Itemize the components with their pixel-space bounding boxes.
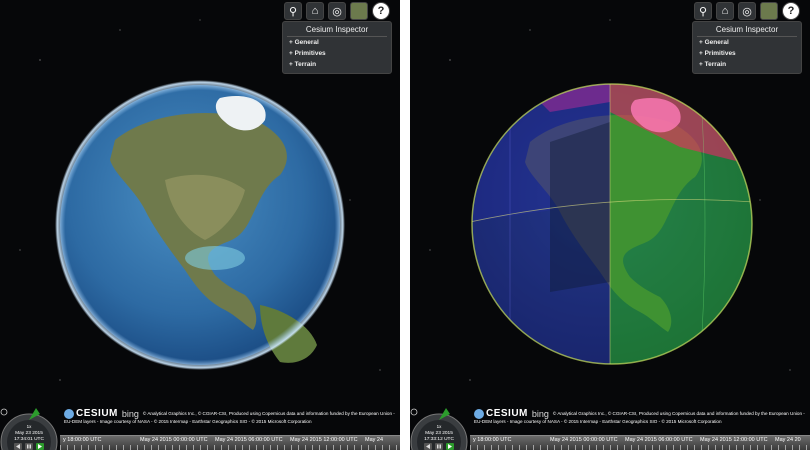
pause-button (25, 443, 33, 450)
clock-date: May 23 2015 (425, 430, 453, 436)
help-icon[interactable]: ? (372, 2, 390, 20)
globe-icon[interactable]: ◎ (738, 2, 756, 20)
realtime-clock-icon (0, 408, 8, 416)
credits: CESIUM bing © Analytical Graphics Inc., © … (474, 409, 806, 435)
inspector-section-terrain[interactable]: + Terrain (283, 59, 391, 73)
timeline-label: May 24 2015 12:00:00 UTC (290, 437, 358, 443)
clock-time: 17:34:01 UTC (14, 436, 44, 442)
bottom-bar: 1x May 23 2015 17:33:12 UTC CESIUM bing © … (410, 404, 810, 450)
home-icon[interactable]: ⌂ (306, 2, 324, 20)
inspector-section-terrain[interactable]: + Terrain (693, 59, 801, 73)
cesium-logo[interactable]: CESIUM (64, 409, 118, 419)
timeline-label: May 24 2015 06:00:00 UTC (215, 437, 283, 443)
search-icon[interactable]: ⚲ (284, 2, 302, 20)
layers-icon[interactable] (760, 2, 778, 20)
timeline-label: May 24 2015 06:00:00 UTC (625, 437, 693, 443)
clock-time: 17:33:12 UTC (424, 436, 454, 442)
timeline-label: May 24 2015 00:00:00 UTC (140, 437, 208, 443)
timeline-label: May 24 20 (775, 437, 801, 443)
inspector-section-general[interactable]: + General (283, 37, 391, 48)
inspector-section-general[interactable]: + General (693, 37, 801, 48)
animation-widget[interactable]: 1x May 23 2015 17:33:12 UTC (410, 404, 468, 450)
cesium-logo-icon (64, 409, 74, 419)
inspector-title[interactable]: Cesium Inspector (697, 22, 797, 37)
toolbar: ⚲ ⌂ ◎ ? (694, 2, 800, 20)
toolbar: ⚲ ⌂ ◎ ? (284, 2, 390, 20)
viewer-left[interactable]: ⚲ ⌂ ◎ ? Cesium Inspector + General + Pri… (0, 0, 400, 450)
inspector-section-primitives[interactable]: + Primitives (693, 48, 801, 59)
cesium-logo[interactable]: CESIUM (474, 409, 528, 419)
cesium-inspector: Cesium Inspector + General + Primitives … (282, 21, 392, 74)
cesium-logo-icon (474, 409, 484, 419)
pause-button (435, 443, 443, 450)
bing-logo[interactable]: bing (122, 409, 139, 419)
cesium-inspector: Cesium Inspector + General + Primitives … (692, 21, 802, 74)
layers-icon[interactable] (350, 2, 368, 20)
pause-icon (27, 444, 29, 449)
search-icon[interactable]: ⚲ (694, 2, 712, 20)
animation-widget[interactable]: 1x May 23 2015 17:34:01 UTC (0, 404, 58, 450)
help-icon[interactable]: ? (782, 2, 800, 20)
clock-date: May 23 2015 (15, 430, 43, 436)
inspector-title[interactable]: Cesium Inspector (287, 22, 387, 37)
timeline-ticks (60, 445, 400, 450)
timeline-label: May 24 2015 12:00:00 UTC (700, 437, 768, 443)
bottom-bar: 1x May 23 2015 17:34:01 UTC CESIUM bing © … (0, 404, 400, 450)
timeline-label: y 18:00:00 UTC (473, 437, 512, 443)
realtime-clock-icon (410, 408, 418, 416)
clock-speed: 1x (27, 424, 33, 429)
inspector-section-primitives[interactable]: + Primitives (283, 48, 391, 59)
home-icon[interactable]: ⌂ (716, 2, 734, 20)
panel-separator (400, 0, 410, 450)
timeline-label: y 18:00:00 UTC (63, 437, 102, 443)
timeline-label: May 24 (365, 437, 384, 443)
globe[interactable] (55, 80, 345, 370)
pause-icon (437, 444, 439, 449)
timeline-ticks (470, 445, 810, 450)
timeline[interactable]: y 18:00:00 UTC May 24 2015 00:00:00 UTC … (470, 435, 810, 450)
viewer-right[interactable]: ⚲ ⌂ ◎ ? Cesium Inspector + General + Pri… (410, 0, 810, 450)
bing-logo[interactable]: bing (532, 409, 549, 419)
timeline[interactable]: y 18:00:00 UTC May 24 2015 00:00:00 UTC … (60, 435, 400, 450)
credits: CESIUM bing © Analytical Graphics Inc., © … (64, 409, 396, 435)
globe-icon[interactable]: ◎ (328, 2, 346, 20)
globe-tiles[interactable] (470, 82, 754, 366)
clock-speed: 1x (437, 424, 443, 429)
timeline-label: May 24 2015 00:00:00 UTC (550, 437, 618, 443)
